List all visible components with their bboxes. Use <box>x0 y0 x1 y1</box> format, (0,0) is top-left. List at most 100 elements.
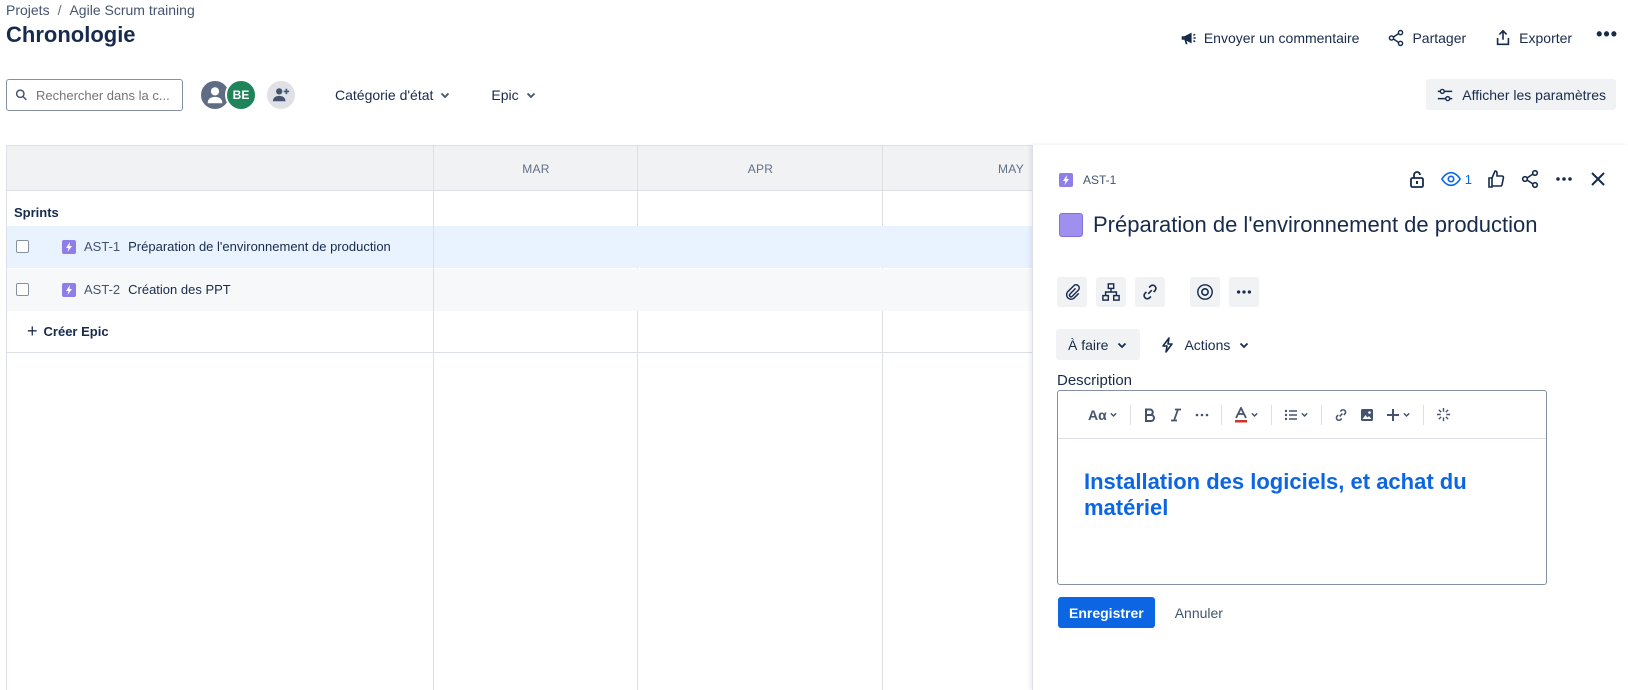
user-icon <box>207 87 223 104</box>
epic-color-swatch[interactable] <box>1059 213 1083 237</box>
link-issue-button[interactable] <box>1135 277 1165 307</box>
epic-row-ast-2[interactable]: AST-2 Création des PPT <box>7 269 1034 311</box>
epic-row-ast-1[interactable]: AST-1 Préparation de l'environnement de … <box>7 226 1034 268</box>
panel-toolbar: 1 <box>1407 169 1608 189</box>
thumbs-up-icon[interactable] <box>1486 169 1506 189</box>
close-icon[interactable] <box>1588 169 1608 189</box>
epic-key[interactable]: AST-1 <box>84 239 120 254</box>
toolbar-separator <box>1270 404 1272 425</box>
issue-key-label: AST-1 <box>1083 173 1117 187</box>
search-box[interactable] <box>6 79 183 111</box>
watch-button[interactable]: 1 <box>1440 169 1472 189</box>
epic-lightning-icon <box>62 239 76 254</box>
share-label: Partager <box>1412 30 1467 46</box>
list-pane-divider <box>433 146 434 690</box>
sliders-icon <box>1438 88 1453 101</box>
sparkle-icon <box>1436 407 1450 422</box>
text-color-button[interactable] <box>1228 406 1265 423</box>
view-settings-button[interactable]: Afficher les paramètres <box>1426 79 1616 110</box>
description-editor[interactable]: Aα Installation des logiciels, et achat … <box>1057 390 1547 585</box>
chevron-down-icon <box>1301 412 1308 418</box>
more-icon <box>1236 290 1252 294</box>
chevron-down-icon <box>441 92 450 99</box>
chevron-down-icon <box>1240 342 1249 348</box>
panel-issue-key[interactable]: AST-1 <box>1059 173 1116 187</box>
quick-actions <box>1057 277 1259 307</box>
epic-checkbox[interactable] <box>16 283 29 296</box>
month-mar: MAR <box>522 161 550 176</box>
epic-lightning-icon <box>62 282 76 297</box>
epic-lightning-icon <box>1059 173 1073 187</box>
epic-summary[interactable]: Préparation de l'environnement de produc… <box>128 239 391 254</box>
epic-summary[interactable]: Création des PPT <box>128 282 231 297</box>
issue-detail-panel: AST-1 1 Préparation de l'environnement d… <box>1032 145 1628 690</box>
text-style-label: Aα <box>1088 406 1107 423</box>
breadcrumb-project-link[interactable]: Agile Scrum training <box>69 2 194 18</box>
avatar-be[interactable]: BE <box>225 79 257 111</box>
attach-button[interactable] <box>1057 277 1087 307</box>
actions-label: Actions <box>1184 336 1231 353</box>
more-quick-actions-button[interactable] <box>1229 277 1259 307</box>
toolbar-separator <box>1422 404 1424 425</box>
status-row: À faire Actions <box>1056 329 1258 360</box>
avatar-group: BE <box>199 79 297 111</box>
epic-key[interactable]: AST-2 <box>84 282 120 297</box>
lightning-icon <box>1162 336 1174 353</box>
add-people-button[interactable] <box>265 79 297 111</box>
status-dropdown[interactable]: À faire <box>1056 329 1141 360</box>
insert-more-button[interactable] <box>1380 408 1417 422</box>
unlock-icon[interactable] <box>1407 169 1427 189</box>
bullet-list-icon <box>1284 409 1297 420</box>
link-icon <box>1143 284 1157 300</box>
more-icon[interactable] <box>1554 169 1574 189</box>
save-button[interactable]: Enregistrer <box>1058 597 1155 628</box>
search-input[interactable] <box>34 86 174 104</box>
bold-button[interactable] <box>1137 408 1163 422</box>
more-icon <box>1195 413 1209 416</box>
filter-bar: BE Catégorie d'état Epic Afficher les pa… <box>6 78 1622 112</box>
export-button[interactable]: Exporter <box>1480 24 1586 52</box>
breadcrumb: Projets / Agile Scrum training <box>6 2 195 18</box>
description-heading[interactable]: Installation des logiciels, et achat du … <box>1084 469 1520 521</box>
status-category-filter[interactable]: Catégorie d'état <box>327 83 459 107</box>
chevron-down-icon <box>1110 412 1117 418</box>
paperclip-icon <box>1065 284 1080 300</box>
issue-title[interactable]: Préparation de l'environnement de produc… <box>1093 211 1538 238</box>
breadcrumb-separator: / <box>57 2 62 18</box>
feedback-button[interactable]: Envoyer un commentaire <box>1165 24 1374 52</box>
megaphone-icon <box>1181 32 1196 45</box>
italic-button[interactable] <box>1163 408 1189 422</box>
share-button[interactable]: Partager <box>1373 24 1480 52</box>
target-icon <box>1197 284 1213 300</box>
italic-icon <box>1170 408 1181 421</box>
toolbar-separator <box>1129 404 1131 425</box>
more-formatting-button[interactable] <box>1189 408 1215 422</box>
image-icon <box>1360 408 1373 421</box>
epic-filter[interactable]: Epic <box>483 83 544 107</box>
create-epic-label: Créer Epic <box>43 324 109 339</box>
sprints-label: Sprints <box>14 205 59 220</box>
status-category-label: Catégorie d'état <box>335 87 434 103</box>
link-icon <box>1335 408 1346 421</box>
plus-icon: + <box>27 321 38 341</box>
chevron-down-icon <box>1118 342 1127 348</box>
actions-dropdown[interactable]: Actions <box>1152 337 1258 353</box>
apps-button[interactable] <box>1190 277 1220 307</box>
chevron-down-icon <box>1251 412 1258 418</box>
cancel-button[interactable]: Annuler <box>1169 605 1229 621</box>
child-issue-button[interactable] <box>1096 277 1126 307</box>
more-actions-button[interactable]: ••• <box>1586 24 1628 52</box>
text-style-button[interactable]: Aα <box>1082 407 1124 423</box>
editor-content[interactable]: Installation des logiciels, et achat du … <box>1058 439 1546 551</box>
share-icon[interactable] <box>1520 169 1540 189</box>
toolbar-separator <box>1220 404 1222 425</box>
status-label: À faire <box>1068 336 1109 353</box>
ai-assist-button[interactable] <box>1430 407 1457 422</box>
editor-buttons: Enregistrer Annuler <box>1058 597 1229 628</box>
insert-link-button[interactable] <box>1328 408 1354 422</box>
create-epic-button[interactable]: + Créer Epic <box>7 311 1034 353</box>
epic-checkbox[interactable] <box>16 240 29 253</box>
list-button[interactable] <box>1278 408 1315 422</box>
breadcrumb-projects-link[interactable]: Projets <box>6 2 50 18</box>
insert-image-button[interactable] <box>1354 408 1380 422</box>
